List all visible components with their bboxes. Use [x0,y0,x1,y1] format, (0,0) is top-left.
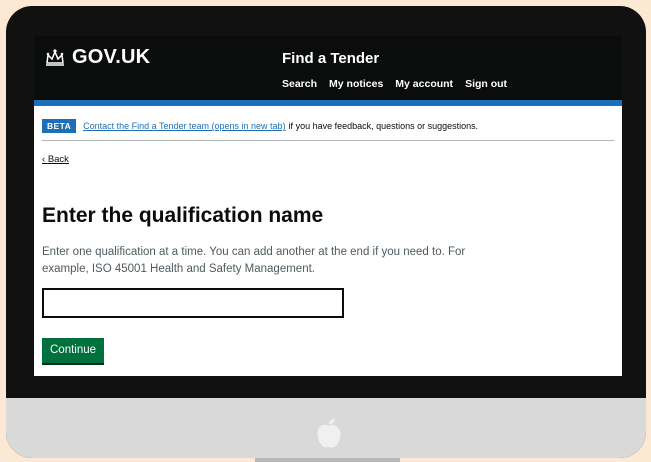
monitor-stand [255,458,400,462]
monitor-chin [6,398,646,458]
nav-my-account[interactable]: My account [395,78,453,90]
browser-screen: GOV.UK Find a Tender Search My notices M… [34,36,622,376]
back-link[interactable]: ‹ Back [42,154,69,165]
nav-sign-out[interactable]: Sign out [465,78,507,90]
nav-my-notices[interactable]: My notices [329,78,383,90]
qualification-name-input[interactable] [42,288,344,318]
gov-logo[interactable]: GOV.UK [44,46,150,69]
header-accent-bar [34,100,622,106]
apple-logo-icon [317,418,341,448]
nav-search[interactable]: Search [282,78,317,90]
continue-button[interactable]: Continue [42,338,105,363]
phase-banner-text: if you have feedback, questions or sugge… [288,121,479,131]
header-nav: Search My notices My account Sign out [282,78,507,90]
gov-header: GOV.UK Find a Tender Search My notices M… [34,36,622,100]
gov-logo-text: GOV.UK [72,46,151,68]
page-title: Enter the qualification name [42,204,324,227]
phase-banner: BETA Contact the Find a Tender team (ope… [42,116,614,141]
hint-text: Enter one qualification at a time. You c… [42,246,466,275]
back-link-label: Back [47,154,69,165]
feedback-link[interactable]: Contact the Find a Tender team (opens in… [83,121,285,131]
beta-tag: BETA [42,119,77,133]
crown-icon [46,48,64,66]
service-name[interactable]: Find a Tender [282,50,379,67]
monitor-frame: GOV.UK Find a Tender Search My notices M… [6,6,646,458]
